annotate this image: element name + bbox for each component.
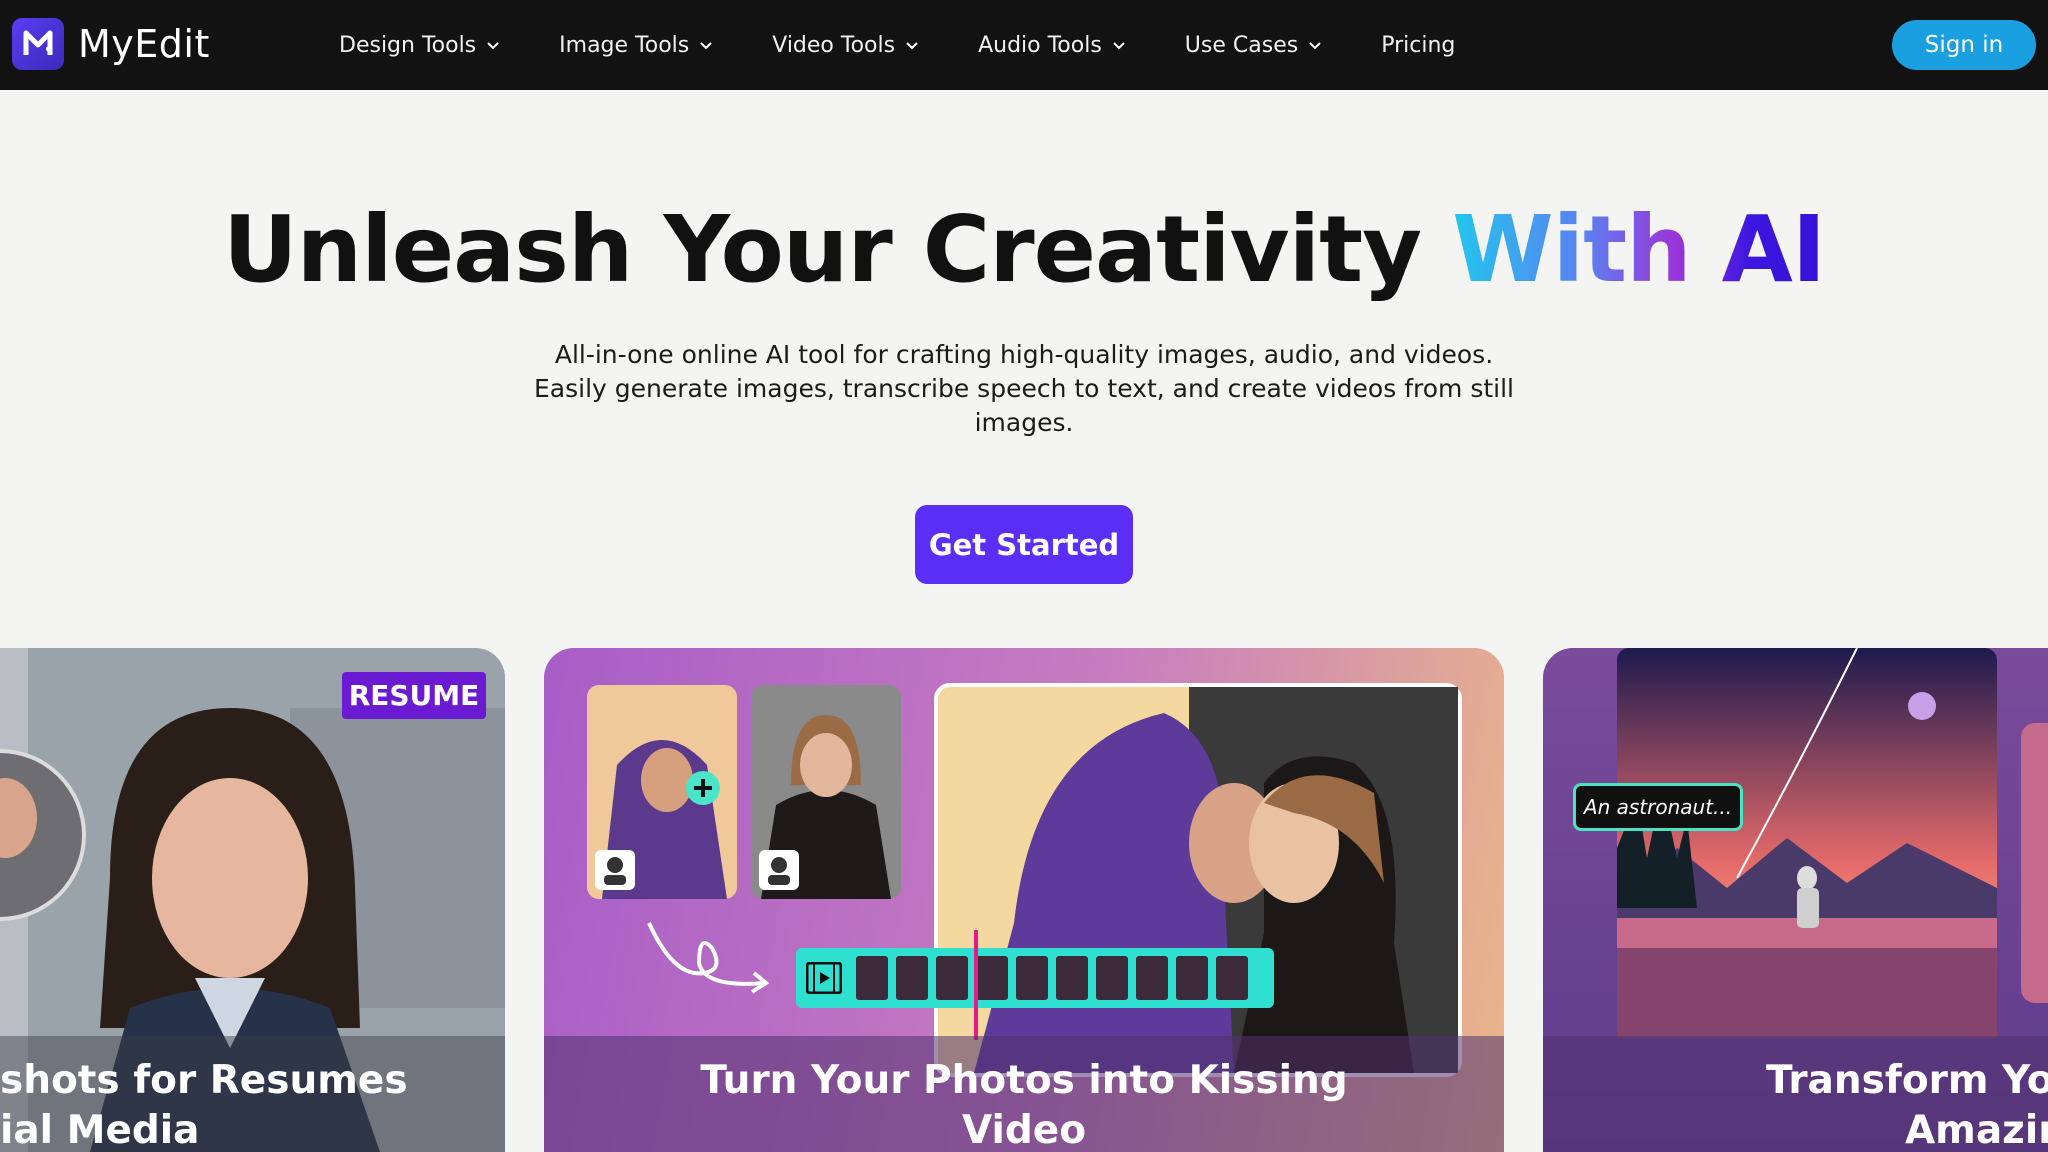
chevron-down-icon — [906, 42, 918, 50]
nav-pricing[interactable]: Pricing — [1381, 33, 1455, 58]
nav-use-cases[interactable]: Use Cases — [1185, 33, 1322, 58]
nav-label: Video Tools — [772, 32, 896, 58]
playhead-marker — [974, 930, 978, 1040]
nav-video-tools[interactable]: Video Tools — [772, 33, 919, 58]
card-caption-line1: Transform You — [1766, 1058, 2048, 1103]
plus-icon — [686, 771, 720, 805]
timeline-frame — [856, 956, 888, 1000]
card-caption-line2: Video — [961, 1108, 1087, 1152]
nav-audio-tools[interactable]: Audio Tools — [978, 33, 1126, 58]
astronaut-landscape-image — [1617, 648, 1997, 1038]
brand-name: MyEdit — [78, 22, 210, 66]
hero-title-plain: Unleash Your Creativity — [222, 196, 1453, 303]
card-caption-line2: Amazin — [1905, 1108, 2048, 1152]
timeline-frame — [896, 956, 928, 1000]
chevron-down-icon — [700, 42, 712, 50]
hero-subtitle: All-in-one online AI tool for crafting h… — [533, 340, 1514, 437]
source-photo-2 — [751, 685, 901, 899]
chevron-down-icon — [1113, 42, 1125, 50]
next-card-peek — [2021, 723, 2048, 1003]
top-nav: MyEdit Design Tools Image Tools Video To… — [0, 0, 2048, 90]
nav-label: Pricing — [1381, 32, 1456, 58]
chevron-down-icon — [1309, 42, 1321, 50]
hero-title-accent: With AI — [1452, 196, 1826, 303]
card-caption-line2: ial Media — [0, 1108, 200, 1152]
myedit-logo-icon — [12, 18, 64, 70]
timeline-frame — [1216, 956, 1248, 1000]
get-started-button[interactable]: Get Started — [915, 505, 1133, 584]
resume-badge: RESUME — [342, 672, 486, 719]
card-caption-line1: shots for Resumes — [0, 1058, 408, 1103]
timeline-frame — [1136, 956, 1168, 1000]
hero-title: Unleash Your Creativity With AI — [0, 196, 2048, 303]
video-timeline-strip — [796, 930, 1274, 1040]
carousel-card-kissing-video[interactable]: Turn Your Photos into Kissing Video — [544, 648, 1504, 1152]
carousel-card-text-to-image[interactable]: An astronaut... Transform You Amazin — [1543, 648, 2048, 1152]
curved-arrow-icon — [647, 922, 770, 994]
chevron-down-icon — [487, 42, 499, 50]
film-icon — [806, 962, 842, 994]
card-caption-line1: Turn Your Photos into Kissing — [700, 1058, 1348, 1103]
brand-logo[interactable]: MyEdit — [12, 18, 210, 70]
nav-label: Use Cases — [1184, 32, 1299, 58]
nav-label: Design Tools — [339, 32, 477, 58]
nav-image-tools[interactable]: Image Tools — [559, 33, 713, 58]
timeline-frame — [1176, 956, 1208, 1000]
carousel-card-headshots[interactable]: RESUME shots for Resumes ial Media — [0, 648, 505, 1152]
sign-in-button[interactable]: Sign in — [1892, 20, 2036, 70]
timeline-frame — [1056, 956, 1088, 1000]
timeline-frame — [1096, 956, 1128, 1000]
timeline-frame — [976, 956, 1008, 1000]
prompt-chip: An astronaut... — [1573, 783, 1743, 831]
timeline-frame — [936, 956, 968, 1000]
nav-label: Image Tools — [559, 32, 690, 58]
main-nav: Design Tools Image Tools Video Tools Aud… — [339, 0, 1514, 90]
nav-design-tools[interactable]: Design Tools — [339, 33, 500, 58]
timeline-frame — [1016, 956, 1048, 1000]
result-video-frame — [934, 683, 1462, 1077]
nav-label: Audio Tools — [978, 32, 1102, 58]
